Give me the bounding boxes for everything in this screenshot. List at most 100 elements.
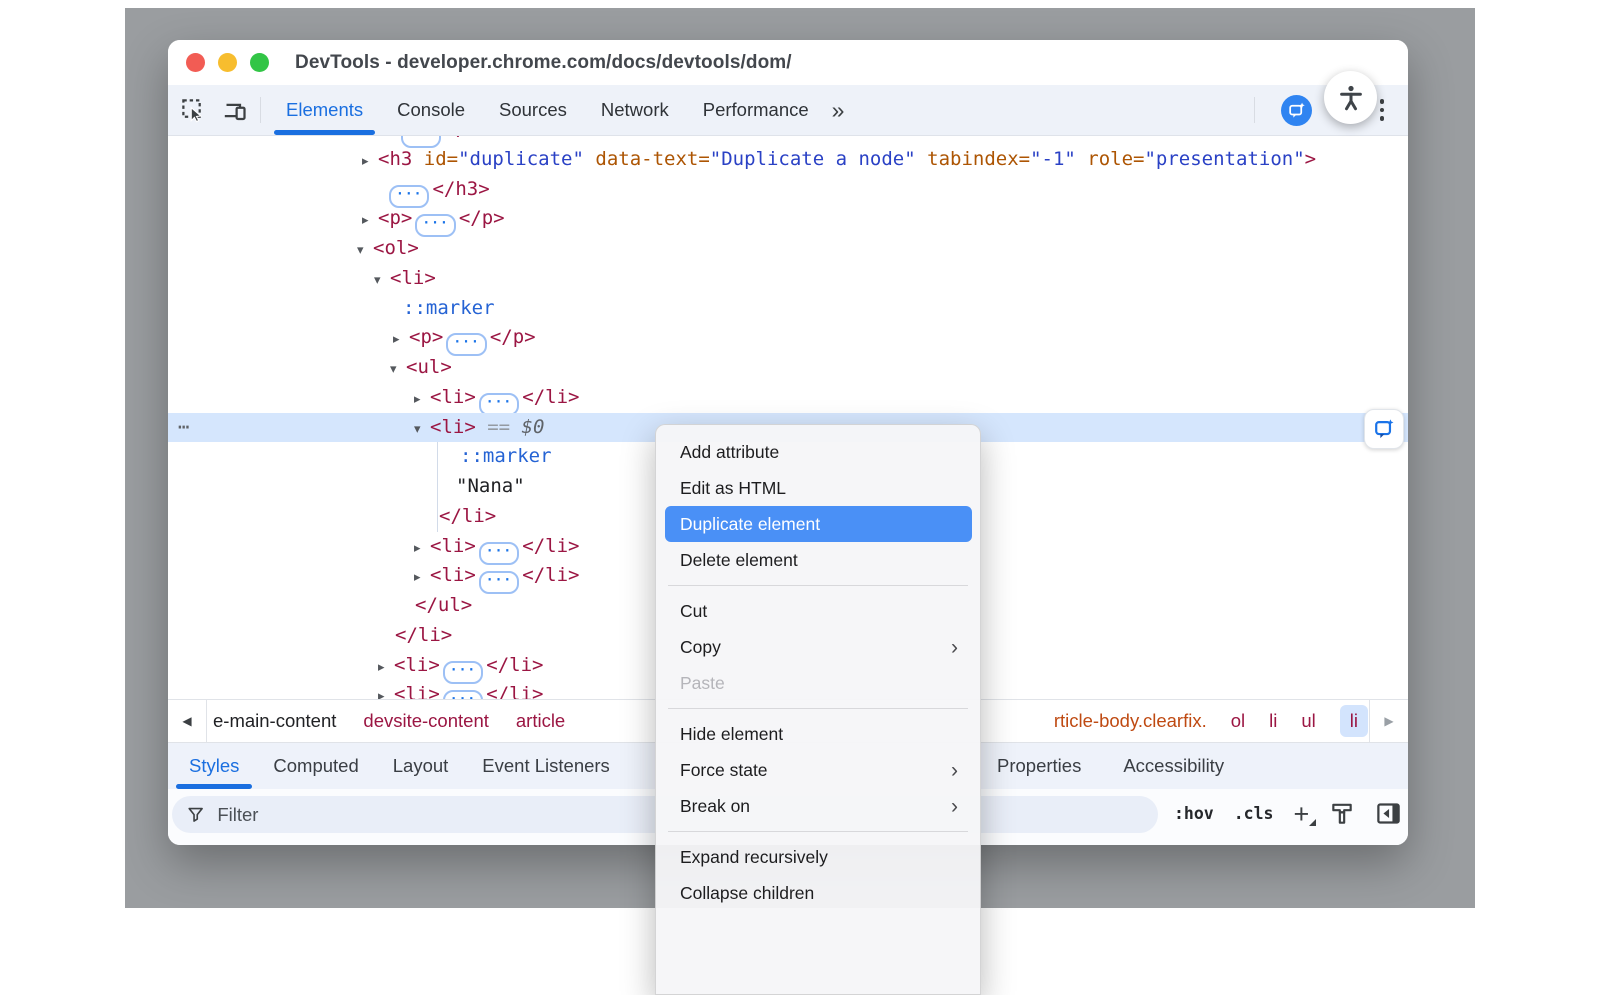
code-token-tag: <p>: [378, 207, 412, 229]
menu-item-label: Hide element: [680, 724, 783, 745]
titlebar: DevTools - developer.chrome.com/docs/dev…: [168, 40, 1408, 85]
tab-sources[interactable]: Sources: [482, 85, 584, 135]
expand-arrow-open-icon[interactable]: ▾: [390, 355, 406, 385]
breadcrumb-item[interactable]: e-main-content: [213, 710, 336, 732]
menu-item-label: Cut: [680, 601, 707, 622]
expand-arrow-closed-icon[interactable]: ▸: [362, 147, 378, 177]
menu-item-collapse-children[interactable]: Collapse children: [656, 875, 980, 911]
code-token-tag: >: [1305, 148, 1316, 170]
device-toolbar-icon[interactable]: [218, 93, 252, 127]
expand-arrow-closed-icon[interactable]: ▸: [378, 682, 394, 699]
toggle-sidebar-icon[interactable]: [1375, 800, 1402, 827]
tree-row[interactable]: ▾<ul>: [168, 353, 1408, 383]
indent-guide: [437, 472, 438, 502]
breadcrumb-item[interactable]: rticle-body.clearfix.: [1054, 710, 1207, 732]
tree-row[interactable]: ▸<p>···</p>: [168, 323, 1408, 353]
breadcrumb-scroll-right-icon[interactable]: ▶: [1369, 700, 1408, 742]
code-token-eq: ==: [476, 416, 522, 438]
menu-item-edit-as-html[interactable]: Edit as HTML: [656, 470, 980, 506]
code-token-tag: </p>: [459, 207, 505, 229]
more-tabs-icon[interactable]: »: [826, 97, 849, 124]
panel-tab-accessibility[interactable]: Accessibility: [1106, 743, 1241, 789]
expand-arrow-open-icon[interactable]: ▾: [357, 236, 373, 266]
ai-assistance-icon[interactable]: [1281, 95, 1312, 126]
panel-tab-event-listeners[interactable]: Event Listeners: [465, 743, 627, 789]
tree-row[interactable]: ▸<li>···</li>: [168, 383, 1408, 413]
expand-arrow-closed-icon[interactable]: ▸: [414, 534, 430, 564]
tree-row[interactable]: ::marker: [168, 294, 1408, 324]
tree-row[interactable]: ▸<h3 id="duplicate" data-text="Duplicate…: [168, 145, 1408, 175]
inspect-element-icon[interactable]: [176, 93, 210, 127]
breadcrumb-item[interactable]: devsite-content: [363, 710, 488, 732]
menu-item-cut[interactable]: Cut: [656, 593, 980, 629]
code-token-pseudo: ::marker: [460, 445, 552, 467]
code-token-val: "presentation": [1144, 148, 1304, 170]
code-token-tag: <li>: [394, 683, 440, 699]
expand-arrow-open-icon[interactable]: ▾: [374, 266, 390, 296]
breadcrumb-item[interactable]: ol: [1231, 710, 1245, 732]
menu-item-duplicate-element[interactable]: Duplicate element: [665, 506, 972, 542]
panel-tab-styles[interactable]: Styles: [172, 743, 256, 789]
tree-row[interactable]: ▾<ol>: [168, 234, 1408, 264]
devtools-tabs: ElementsConsoleSourcesNetworkPerformance: [269, 85, 826, 135]
expand-arrow-closed-icon[interactable]: ▸: [378, 653, 394, 683]
code-token-tag: </li>: [486, 683, 543, 699]
minimize-window-button[interactable]: [218, 53, 237, 72]
menu-item-expand-recursively[interactable]: Expand recursively: [656, 839, 980, 875]
expand-arrow-closed-icon[interactable]: ▸: [393, 325, 409, 355]
collapsed-content-pill[interactable]: ···: [443, 690, 483, 699]
menu-item-label: Expand recursively: [680, 847, 828, 868]
breadcrumb-scroll-left-icon[interactable]: ◀: [168, 700, 207, 742]
code-token-attr: role=: [1076, 148, 1145, 170]
context-menu: Add attributeEdit as HTML Duplicate eleme…: [655, 424, 981, 995]
tree-row[interactable]: ···</h2>: [168, 136, 1408, 145]
menu-item-label: Force state: [680, 760, 768, 781]
code-token-tag: </li>: [439, 505, 496, 527]
menu-item-hide-element[interactable]: Hide element: [656, 716, 980, 752]
tab-console[interactable]: Console: [380, 85, 482, 135]
menu-item-label: Paste: [680, 673, 725, 694]
breadcrumb-item[interactable]: article: [516, 710, 565, 732]
tab-performance[interactable]: Performance: [686, 85, 826, 135]
code-token-tag: </h2>: [444, 136, 501, 140]
code-token-pseudo: ::marker: [403, 297, 495, 319]
menu-item-label: Duplicate element: [680, 514, 820, 535]
row-more-actions-dots[interactable]: ⋯: [178, 413, 190, 443]
code-token-text: "Nana": [456, 475, 525, 497]
breadcrumb-item[interactable]: li: [1269, 710, 1277, 732]
breadcrumb-item-selected[interactable]: li: [1340, 705, 1368, 737]
panel-tab-layout[interactable]: Layout: [376, 743, 466, 789]
code-token-tag: </ul>: [415, 594, 472, 616]
menu-item-force-state[interactable]: Force state›: [656, 752, 980, 788]
toggle-class-button[interactable]: .cls: [1234, 804, 1274, 823]
code-token-tag: <p>: [409, 326, 443, 348]
breadcrumb-item[interactable]: ul: [1301, 710, 1315, 732]
panel-tabs-left: StylesComputedLayoutEvent Listeners: [172, 743, 627, 789]
tab-elements[interactable]: Elements: [269, 85, 380, 135]
tree-row[interactable]: ▸<p>···</p>: [168, 204, 1408, 234]
accessibility-person-icon[interactable]: [1324, 71, 1377, 124]
toggle-pseudo-state-button[interactable]: :hov: [1174, 804, 1214, 823]
expand-arrow-open-icon[interactable]: ▾: [414, 415, 430, 445]
menu-item-break-on[interactable]: Break on›: [656, 788, 980, 824]
traffic-lights: [186, 53, 269, 72]
panel-tab-computed[interactable]: Computed: [256, 743, 375, 789]
new-style-rule-button[interactable]: +: [1294, 804, 1310, 824]
expand-arrow-closed-icon[interactable]: ▸: [414, 563, 430, 593]
submenu-chevron-icon: ›: [951, 796, 958, 817]
panel-tab-properties[interactable]: Properties: [980, 743, 1098, 789]
rendering-brush-icon[interactable]: [1329, 801, 1355, 827]
menu-item-copy[interactable]: Copy›: [656, 629, 980, 665]
tree-row[interactable]: ▾<li>: [168, 264, 1408, 294]
indent-guide: [437, 442, 438, 472]
menu-item-paste: Paste: [656, 665, 980, 701]
tree-row[interactable]: ···</h3>: [168, 175, 1408, 205]
code-token-tag: <li>: [430, 564, 476, 586]
zoom-window-button[interactable]: [250, 53, 269, 72]
menu-item-delete-element[interactable]: Delete element: [656, 542, 980, 578]
menu-item-add-attribute[interactable]: Add attribute: [656, 434, 980, 470]
tab-network[interactable]: Network: [584, 85, 686, 135]
close-window-button[interactable]: [186, 53, 205, 72]
expand-arrow-closed-icon[interactable]: ▸: [414, 385, 430, 415]
expand-arrow-closed-icon[interactable]: ▸: [362, 206, 378, 236]
